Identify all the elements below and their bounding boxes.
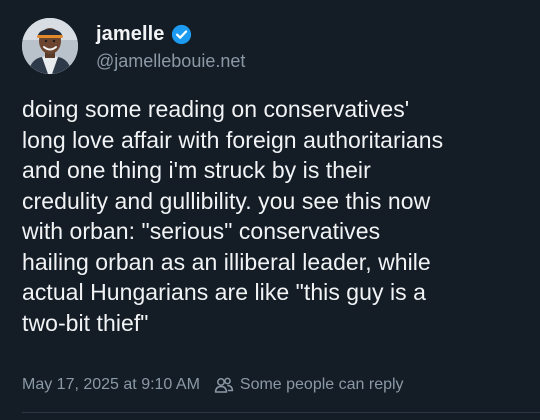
author-handle[interactable]: @jamellebouie.net: [96, 51, 245, 72]
post-card: jamelle @jamellebouie.net doing some rea…: [0, 0, 540, 420]
reply-permission[interactable]: Some people can reply: [214, 376, 404, 394]
display-name[interactable]: jamelle: [96, 23, 165, 46]
divider: [22, 412, 540, 413]
post-text: doing some reading on conservatives' lon…: [22, 96, 444, 336]
post-header: jamelle @jamellebouie.net: [22, 18, 245, 74]
author-names: jamelle @jamellebouie.net: [96, 21, 245, 72]
avatar[interactable]: [22, 18, 78, 74]
post-timestamp[interactable]: May 17, 2025 at 9:10 AM: [22, 376, 200, 394]
verified-badge-icon: [171, 24, 192, 45]
post-meta: May 17, 2025 at 9:10 AM Some people can …: [22, 374, 404, 396]
avatar-photo: [22, 18, 78, 74]
people-icon: [214, 376, 234, 394]
reply-permission-label: Some people can reply: [239, 376, 404, 393]
name-row: jamelle: [96, 21, 245, 49]
